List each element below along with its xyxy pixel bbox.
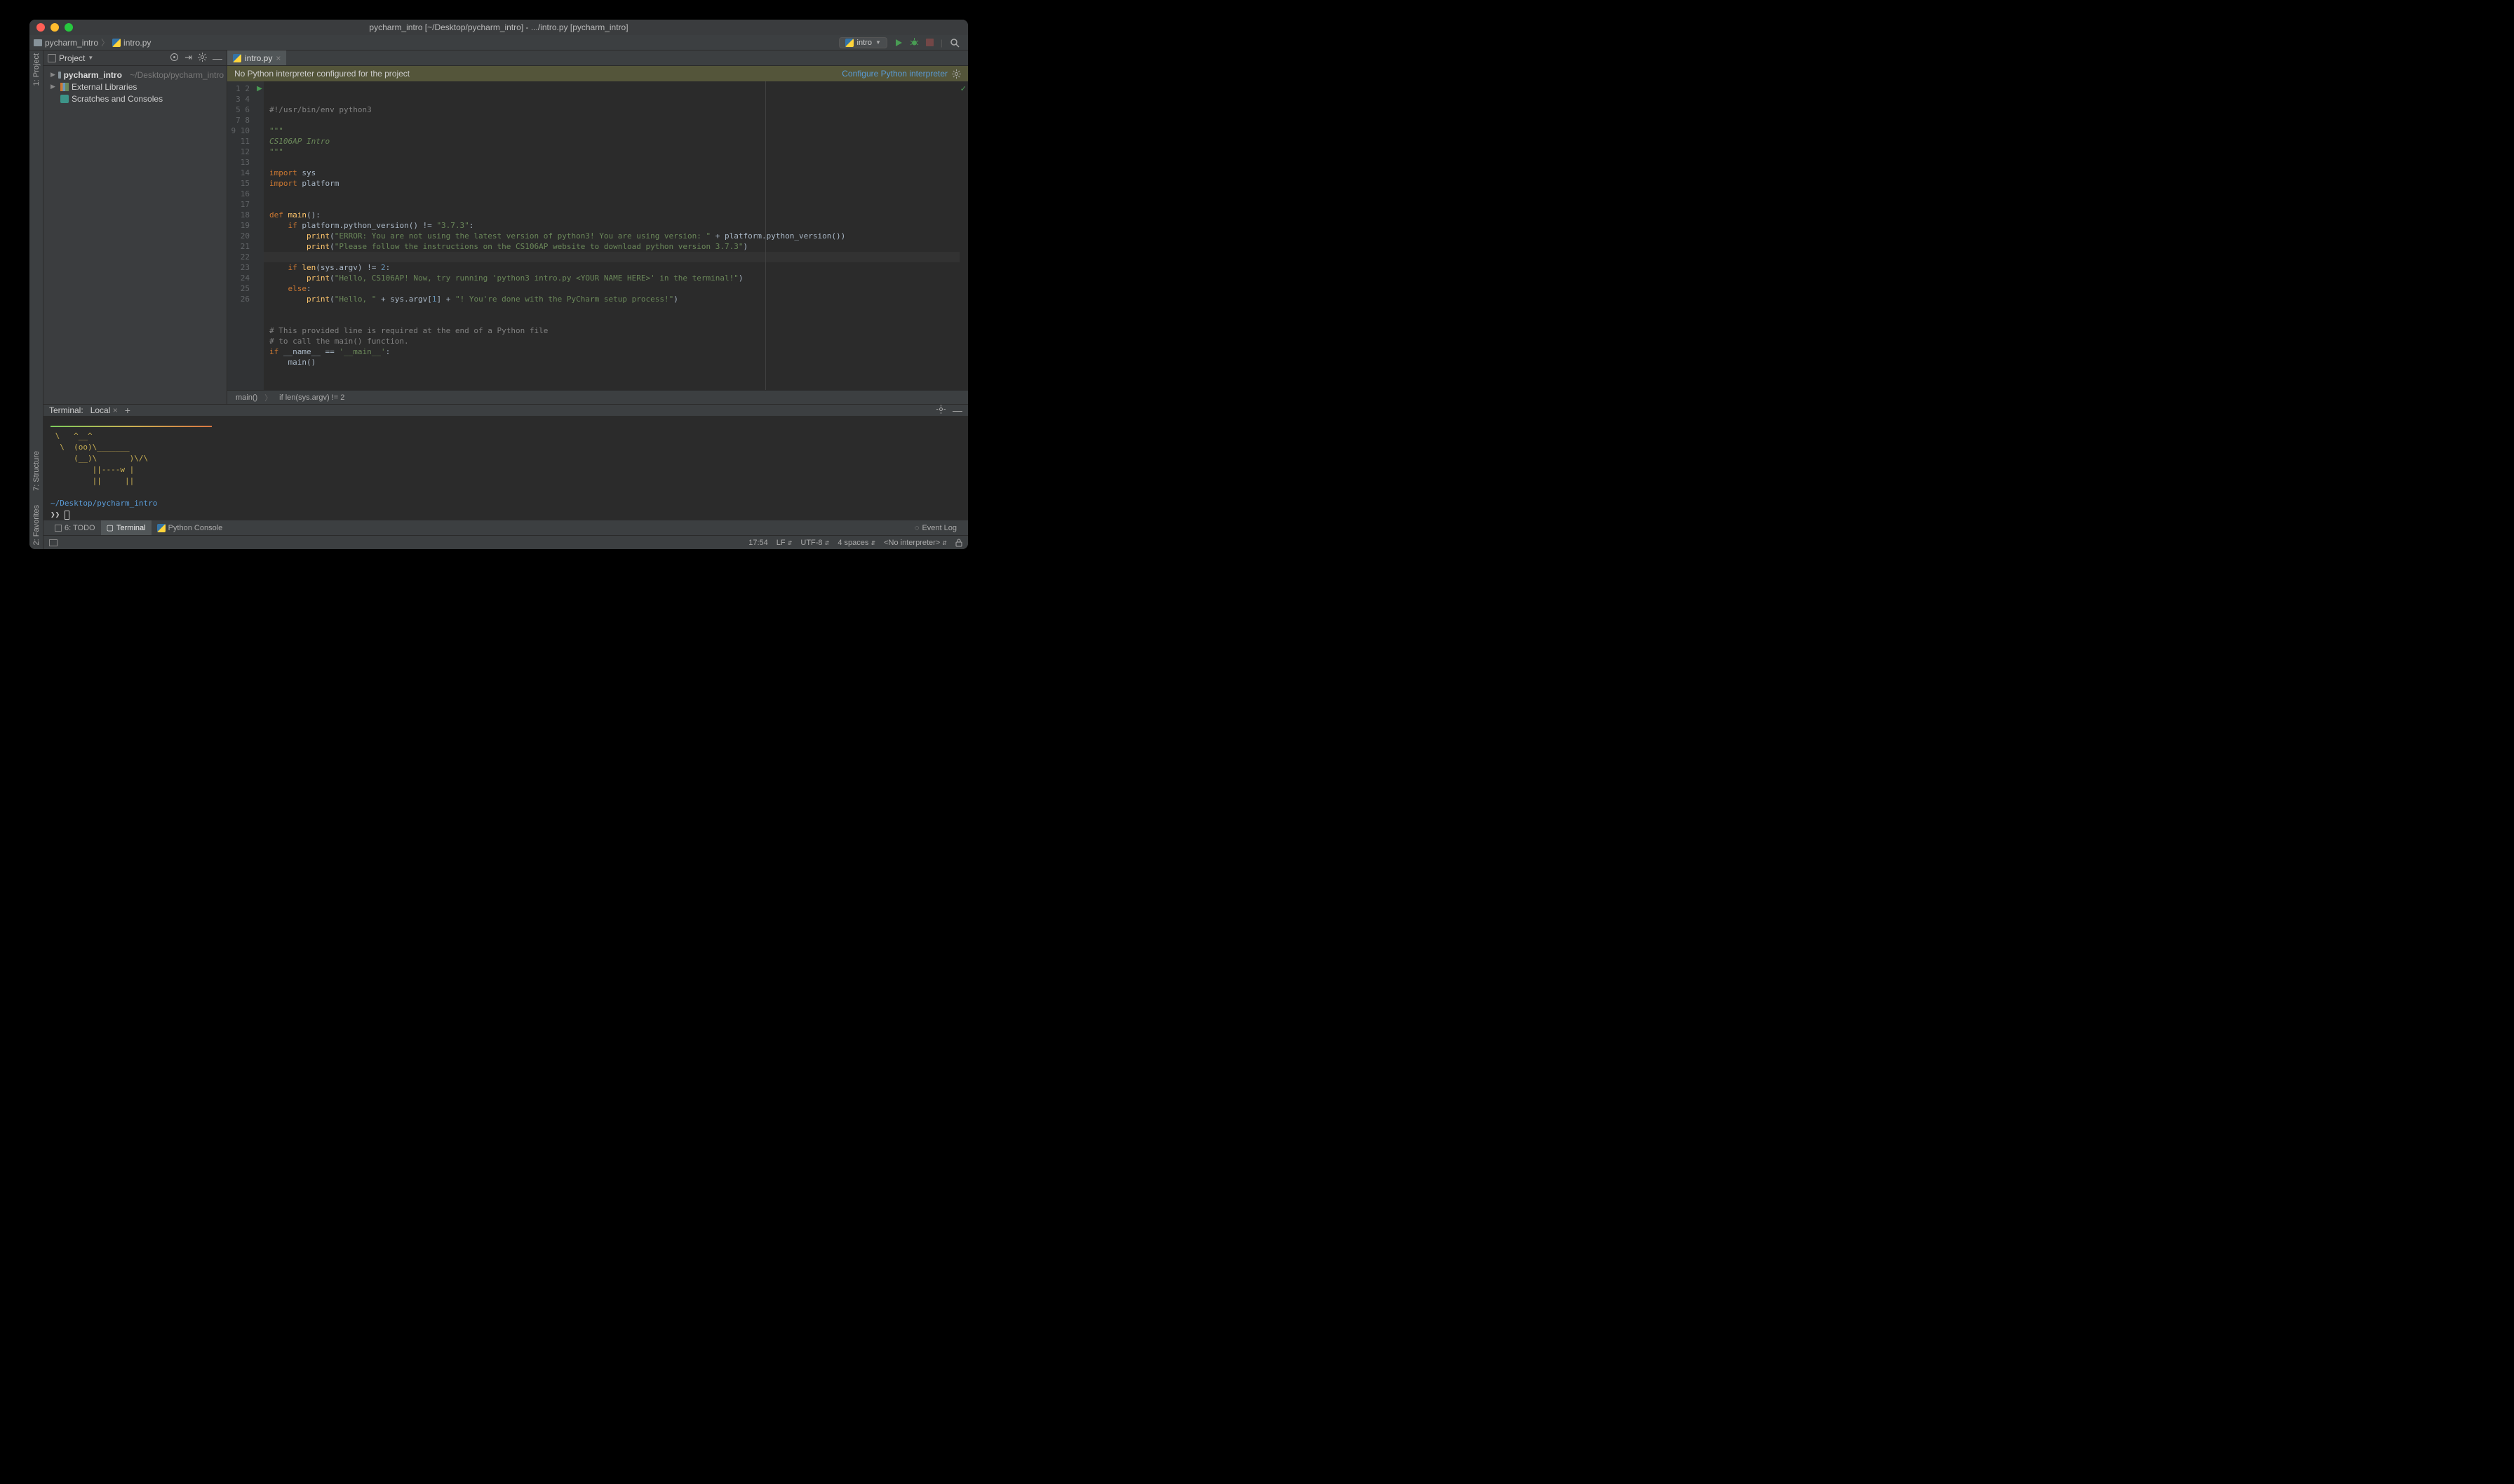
navigation-bar: pycharm_intro 〉 intro.py intro ▼ |: [29, 35, 968, 50]
python-file-icon: [233, 54, 241, 62]
breadcrumb-file: intro.py: [123, 38, 151, 48]
terminal-tab-local[interactable]: Local ×: [90, 405, 118, 415]
terminal-cwd: ~/Desktop/pycharm_intro: [51, 499, 157, 508]
minimize-window-button[interactable]: [51, 23, 59, 32]
terminal-title: Terminal:: [49, 405, 83, 415]
python-icon: [845, 39, 854, 47]
terminal-tool-tab[interactable]: ▢Terminal: [101, 520, 152, 535]
editor-tab[interactable]: intro.py ×: [227, 50, 286, 65]
library-icon: [60, 83, 69, 91]
project-path: ~/Desktop/pycharm_intro: [130, 70, 224, 80]
project-name: pycharm_intro: [64, 70, 122, 80]
project-tool-header: Project ▼ ⇥ —: [43, 50, 227, 66]
run-config-selector[interactable]: intro ▼: [839, 37, 887, 48]
file-encoding[interactable]: UTF-8 ⇵: [800, 539, 829, 547]
python-file-icon: [112, 39, 121, 47]
gear-icon[interactable]: [198, 53, 207, 64]
code-text[interactable]: #!/usr/bin/env python3 """ CS106AP Intro…: [264, 81, 960, 390]
event-log-tool-tab[interactable]: ◌Event Log: [909, 524, 962, 532]
project-tool-title[interactable]: Project: [59, 53, 85, 63]
collapse-all-icon[interactable]: ⇥: [184, 53, 192, 64]
locate-icon[interactable]: [170, 53, 179, 64]
titlebar: pycharm_intro [~/Desktop/pycharm_intro] …: [29, 20, 968, 35]
project-tool-tab[interactable]: 1: Project: [32, 53, 41, 86]
project-tree[interactable]: ▶ pycharm_intro ~/Desktop/pycharm_intro …: [43, 66, 227, 107]
favorites-tool-tab[interactable]: 2: Favorites: [32, 505, 41, 545]
window-title: pycharm_intro [~/Desktop/pycharm_intro] …: [29, 22, 968, 32]
scratches-consoles[interactable]: ▶ Scratches and Consoles: [46, 93, 224, 104]
breadcrumb-scope-1[interactable]: main(): [236, 393, 257, 402]
bottom-tool-stripe: 6: TODO ▢Terminal Python Console ◌Event …: [43, 520, 968, 535]
chevron-down-icon: ▼: [88, 55, 93, 61]
tab-label: intro.py: [245, 53, 272, 63]
structure-tool-tab[interactable]: 7: Structure: [32, 451, 41, 491]
external-libraries[interactable]: ▶ External Libraries: [46, 81, 224, 93]
close-terminal-tab-icon[interactable]: ×: [113, 405, 118, 415]
traffic-lights: [29, 23, 73, 32]
expand-arrow-icon[interactable]: ▶: [51, 83, 58, 90]
close-window-button[interactable]: [36, 23, 45, 32]
interpreter-selector[interactable]: <No interpreter> ⇵: [884, 539, 947, 547]
terminal-output[interactable]: \ ^__^ \ (oo)\_______ (__)\ )\/\ ||----w…: [43, 417, 968, 523]
terminal-cow: \ ^__^ \ (oo)\_______ (__)\ )\/\ ||----w…: [51, 431, 148, 485]
editor-breadcrumb[interactable]: main() 〉 if len(sys.argv) != 2: [227, 390, 968, 404]
gear-icon: [952, 69, 961, 79]
chevron-right-icon: 〉: [101, 36, 109, 48]
folder-icon: [58, 72, 61, 79]
python-console-tool-tab[interactable]: Python Console: [152, 520, 229, 535]
tool-windows-toggle-icon[interactable]: [49, 539, 58, 546]
separator: |: [941, 38, 943, 48]
left-tool-stripe: 1: Project 7: Structure 2: Favorites: [29, 50, 43, 549]
hide-icon[interactable]: —: [213, 53, 222, 64]
todo-tool-tab[interactable]: 6: TODO: [49, 520, 101, 535]
project-view-icon: [48, 54, 56, 62]
python-icon: [157, 524, 166, 532]
configure-interpreter-link[interactable]: Configure Python interpreter: [842, 69, 961, 79]
indent-settings[interactable]: 4 spaces ⇵: [838, 539, 875, 547]
breadcrumb[interactable]: pycharm_intro 〉 intro.py: [34, 36, 151, 48]
terminal-header: Terminal: Local × + —: [43, 405, 968, 417]
line-separator[interactable]: LF ⇵: [777, 539, 793, 547]
run-button[interactable]: [894, 39, 903, 47]
scratch-icon: [60, 95, 69, 103]
event-log-icon: ◌: [915, 524, 920, 532]
inspection-ok-icon: ✓: [960, 84, 967, 93]
editor-tabs: intro.py ×: [227, 50, 968, 66]
run-config-label: intro: [857, 39, 872, 47]
breadcrumb-project: pycharm_intro: [45, 38, 98, 48]
project-tool-window: Project ▼ ⇥ — ▶ pycharm_intro: [43, 50, 227, 404]
cursor-position[interactable]: 17:54: [748, 539, 768, 547]
gear-icon[interactable]: [936, 405, 946, 416]
hide-terminal-icon[interactable]: —: [953, 405, 962, 416]
search-everywhere-button[interactable]: [950, 38, 960, 48]
tree-root[interactable]: ▶ pycharm_intro ~/Desktop/pycharm_intro: [46, 69, 224, 81]
interpreter-warning-bar: No Python interpreter configured for the…: [227, 66, 968, 81]
pycharm-window: pycharm_intro [~/Desktop/pycharm_intro] …: [29, 20, 968, 549]
terminal-icon: ▢: [107, 523, 114, 532]
error-stripe[interactable]: ✓: [960, 81, 968, 390]
editor: intro.py × No Python interpreter configu…: [227, 50, 968, 404]
terminal-tool-window: Terminal: Local × + — \ ^__^ \ (oo)\____…: [43, 404, 968, 520]
line-numbers: 1 2 3 4 5 6 7 8 9 10 11 12 13 14 15 16 1…: [227, 81, 255, 390]
scratches-label: Scratches and Consoles: [72, 94, 163, 104]
terminal-prompt: ❯❯: [51, 510, 60, 519]
breadcrumb-scope-2[interactable]: if len(sys.argv) != 2: [279, 393, 344, 402]
run-gutter[interactable]: ▶: [255, 81, 264, 390]
readonly-lock-icon[interactable]: [955, 539, 962, 547]
maximize-window-button[interactable]: [65, 23, 73, 32]
right-margin-ruler: [765, 81, 766, 390]
warning-text: No Python interpreter configured for the…: [234, 69, 410, 79]
stop-button[interactable]: [926, 39, 934, 46]
code-area[interactable]: 1 2 3 4 5 6 7 8 9 10 11 12 13 14 15 16 1…: [227, 81, 968, 390]
close-tab-icon[interactable]: ×: [276, 53, 281, 63]
new-terminal-tab-button[interactable]: +: [125, 405, 130, 416]
folder-icon: [34, 39, 42, 46]
terminal-cursor: [65, 511, 69, 520]
expand-arrow-icon[interactable]: ▶: [51, 71, 55, 79]
debug-button[interactable]: [910, 38, 919, 47]
status-bar: 17:54 LF ⇵ UTF-8 ⇵ 4 spaces ⇵ <No interp…: [43, 535, 968, 549]
chevron-down-icon: ▼: [875, 39, 881, 46]
external-libraries-label: External Libraries: [72, 82, 137, 92]
